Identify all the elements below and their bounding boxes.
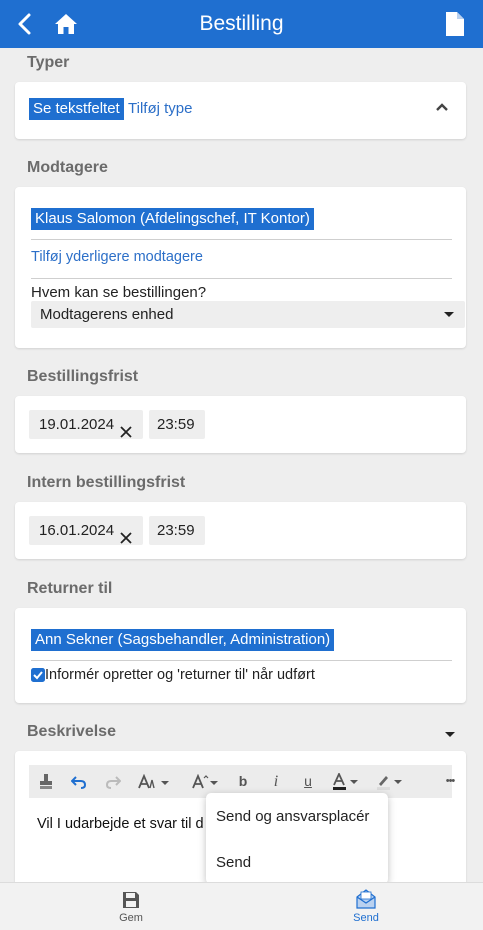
send-menu-item[interactable]: Send bbox=[216, 854, 251, 871]
notify-label[interactable]: Informér opretter og 'returner til' når … bbox=[45, 667, 315, 683]
return-to-card: Ann Sekner (Sagsbehandler, Administratio… bbox=[15, 608, 466, 703]
visibility-value: Modtagerens enhed bbox=[40, 306, 174, 323]
internal-deadline-section-title: Intern bestillingsfrist bbox=[27, 474, 186, 491]
caret-down-icon bbox=[443, 301, 455, 337]
add-type-link[interactable]: Tilføj type bbox=[128, 100, 192, 117]
font-family-icon[interactable] bbox=[133, 765, 177, 798]
divider bbox=[31, 660, 452, 661]
recipients-section-title: Modtagere bbox=[27, 159, 108, 176]
floppy-disk-icon bbox=[122, 891, 140, 914]
types-section-title: Typer bbox=[27, 54, 70, 71]
redo-icon[interactable] bbox=[102, 765, 124, 798]
send-button[interactable]: Send bbox=[336, 883, 396, 930]
send-label: Send bbox=[353, 912, 379, 924]
return-to-section-title: Returner til bbox=[27, 580, 113, 597]
internal-deadline-card: 16.01.2024 23:59 bbox=[15, 502, 466, 559]
internal-deadline-time-field[interactable]: 23:59 bbox=[149, 516, 205, 545]
divider bbox=[31, 239, 452, 240]
deadline-date-value: 19.01.2024 bbox=[39, 416, 115, 433]
add-recipients-link[interactable]: Tilføj yderligere modtagere bbox=[31, 249, 203, 265]
save-button[interactable]: Gem bbox=[101, 883, 161, 930]
visibility-select[interactable]: Modtagerens enhed bbox=[31, 301, 465, 328]
internal-deadline-time-value: 23:59 bbox=[157, 522, 195, 539]
divider bbox=[31, 278, 452, 279]
deadline-card: 19.01.2024 23:59 bbox=[15, 396, 466, 453]
paint-bucket-icon[interactable] bbox=[35, 765, 57, 798]
send-menu: Send og ansvarsplacér Send bbox=[206, 793, 388, 884]
chevron-up-icon[interactable] bbox=[435, 100, 449, 118]
notify-checkbox[interactable] bbox=[31, 668, 45, 687]
deadline-date-field[interactable]: 19.01.2024 bbox=[29, 410, 143, 439]
internal-deadline-date-field[interactable]: 16.01.2024 bbox=[29, 516, 143, 545]
save-label: Gem bbox=[119, 912, 143, 924]
types-card: Se tekstfeltet Tilføj type bbox=[15, 82, 466, 139]
page-title: Bestilling bbox=[199, 12, 284, 35]
document-icon[interactable] bbox=[442, 11, 468, 37]
visibility-label: Hvem kan se bestillingen? bbox=[31, 284, 207, 301]
clear-icon[interactable] bbox=[120, 525, 132, 554]
send-and-assign-menu-item[interactable]: Send og ansvarsplacér bbox=[216, 808, 369, 825]
top-app-bar: Bestilling bbox=[0, 0, 483, 48]
return-to-chip[interactable]: Ann Sekner (Sagsbehandler, Administratio… bbox=[31, 629, 335, 651]
internal-deadline-date-value: 16.01.2024 bbox=[39, 522, 115, 539]
type-chip[interactable]: Se tekstfeltet bbox=[29, 98, 124, 120]
caret-down-icon[interactable] bbox=[444, 727, 456, 745]
deadline-section-title: Bestillingsfrist bbox=[27, 368, 139, 385]
recipient-chip[interactable]: Klaus Salomon (Afdelingschef, IT Kontor) bbox=[31, 208, 314, 230]
more-icon[interactable]: ••• bbox=[437, 765, 463, 798]
bottom-bar: Gem Send bbox=[0, 882, 483, 930]
recipients-card: Klaus Salomon (Afdelingschef, IT Kontor)… bbox=[15, 187, 466, 348]
deadline-time-field[interactable]: 23:59 bbox=[149, 410, 205, 439]
envelope-icon bbox=[355, 888, 377, 915]
description-text[interactable]: Vil I udarbejde et svar til d bbox=[37, 816, 204, 832]
clear-icon[interactable] bbox=[120, 419, 132, 448]
undo-icon[interactable] bbox=[68, 765, 90, 798]
description-section-title: Beskrivelse bbox=[27, 723, 116, 740]
deadline-time-value: 23:59 bbox=[157, 416, 195, 433]
